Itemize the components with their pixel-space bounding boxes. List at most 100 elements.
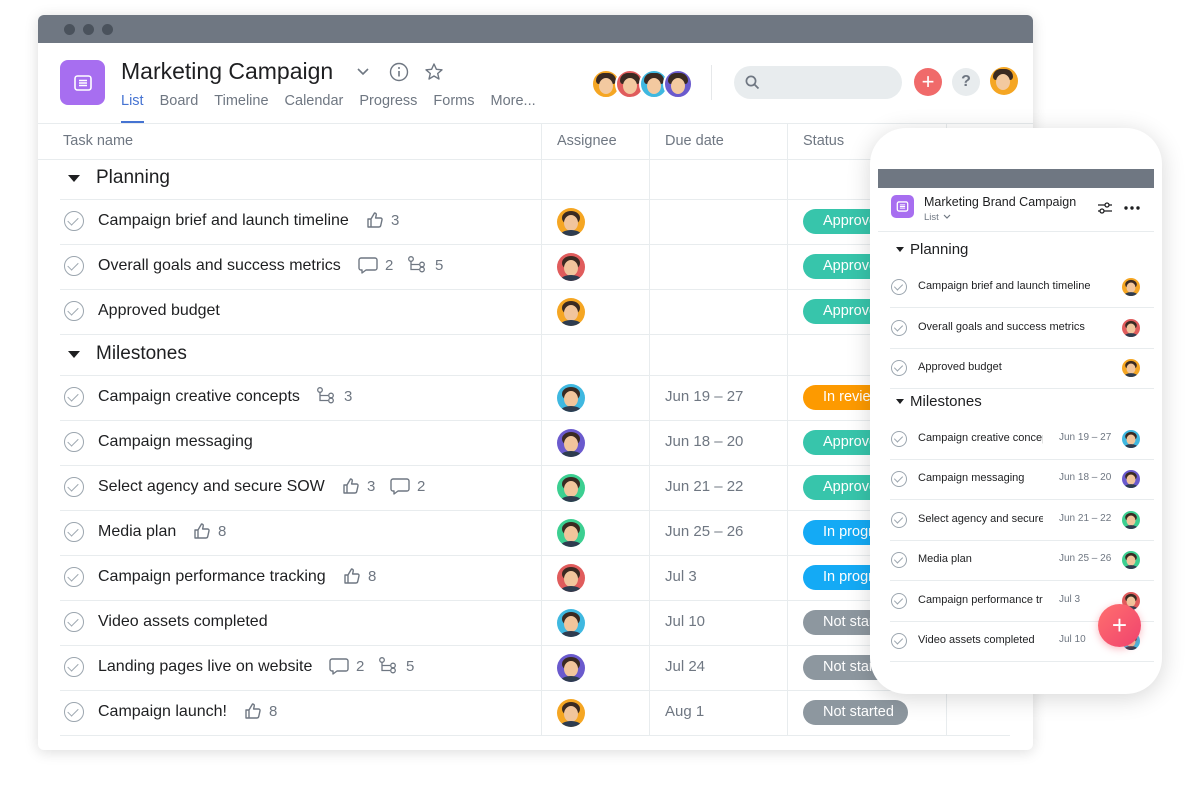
mobile-task-name[interactable]: Campaign brief and launch timeline [918,280,1113,292]
complete-checkbox[interactable] [64,387,84,407]
complete-checkbox[interactable] [891,279,907,295]
like-button[interactable]: 8 [243,701,277,721]
mobile-section-header[interactable]: Planning [896,241,968,258]
due-date[interactable]: Jun 19 – 27 [665,388,743,405]
column-assignee[interactable]: Assignee [557,133,617,149]
mobile-task-name[interactable]: Media plan [918,553,1043,565]
due-date[interactable]: Jul 3 [665,568,697,585]
tab-board[interactable]: Board [160,93,199,123]
tab-forms[interactable]: Forms [433,93,474,123]
assignee-avatar[interactable] [1122,510,1140,529]
column-task-name[interactable]: Task name [63,133,133,149]
star-icon[interactable] [423,61,445,83]
mobile-task-row[interactable]: Campaign messaging Jun 18 – 20 [890,459,1154,500]
table-row[interactable]: Campaign creative concepts 3 Jun 19 – 27 In… [60,376,1010,421]
mobile-task-name[interactable]: Select agency and secure SOW [918,513,1043,525]
more-icon[interactable] [1123,200,1141,221]
user-avatar[interactable] [990,67,1018,95]
table-row[interactable]: Select agency and secure SOW 3 2 Jun 21 – 2… [60,466,1010,511]
complete-checkbox[interactable] [64,211,84,231]
table-row[interactable]: Approved budget Approved [60,290,1010,335]
column-status[interactable]: Status [803,133,844,149]
task-name[interactable]: Media plan [98,523,176,541]
mobile-due-date[interactable]: Jun 25 – 26 [1059,553,1111,564]
like-button[interactable]: 3 [341,476,375,496]
complete-checkbox[interactable] [891,592,907,609]
complete-checkbox[interactable] [64,612,84,632]
complete-checkbox[interactable] [64,522,84,542]
table-row[interactable]: Media plan 8 Jun 25 – 26 In progress [60,511,1010,556]
mobile-task-name[interactable]: Campaign creative concepts [918,432,1043,444]
task-name[interactable]: Campaign performance tracking [98,568,326,586]
mobile-due-date[interactable]: Jun 18 – 20 [1059,472,1111,483]
table-row[interactable]: Campaign messaging Jun 18 – 20 Approved [60,421,1010,466]
assignee-avatar[interactable] [557,564,585,592]
complete-checkbox[interactable] [891,633,907,649]
complete-checkbox[interactable] [891,552,907,568]
task-name[interactable]: Landing pages live on website [98,658,312,676]
task-name[interactable]: Overall goals and success metrics [98,257,341,275]
add-task-fab[interactable]: + [1098,604,1141,647]
collapse-caret-icon[interactable] [896,247,904,252]
table-row[interactable]: Landing pages live on website 2 5 Jul 24 Not… [60,646,1010,691]
table-row[interactable]: Video assets completed Jul 10 Not started [60,601,1010,646]
tab-list[interactable]: List [121,93,144,123]
mobile-view-selector[interactable]: List [924,212,951,223]
comment-count[interactable]: 2 [389,476,425,496]
like-button[interactable]: 8 [192,521,226,541]
table-row[interactable]: Campaign brief and launch timeline 3 Appro… [60,200,1010,245]
mobile-task-name[interactable]: Campaign performance tracking [918,594,1043,606]
subtask-count[interactable]: 5 [378,656,414,676]
mobile-task-row[interactable]: Campaign brief and launch timeline [890,267,1154,308]
comment-count[interactable]: 2 [328,656,364,676]
complete-checkbox[interactable] [891,319,907,336]
assignee-avatar[interactable] [557,609,585,637]
info-icon[interactable] [388,61,410,83]
assignee-avatar[interactable] [557,699,585,727]
search-input[interactable] [734,66,902,99]
assignee-avatar[interactable] [557,298,585,326]
task-name[interactable]: Campaign messaging [98,433,253,451]
complete-checkbox[interactable] [64,657,84,677]
mobile-task-name[interactable]: Campaign messaging [918,472,1043,484]
tab-calendar[interactable]: Calendar [285,93,344,123]
table-row[interactable]: Campaign performance tracking 8 Jul 3 In pr… [60,556,1010,601]
subtask-count[interactable]: 5 [407,255,443,275]
due-date[interactable]: Jun 25 – 26 [665,523,743,540]
table-row[interactable]: Campaign launch! 8 Aug 1 Not started [60,691,1010,736]
collapse-caret-icon[interactable] [896,398,904,404]
assignee-avatar[interactable] [1122,278,1140,296]
mobile-task-row[interactable]: Overall goals and success metrics [890,308,1154,349]
complete-checkbox[interactable] [64,432,84,452]
complete-checkbox[interactable] [891,471,907,487]
mobile-task-row[interactable]: Approved budget [890,348,1154,389]
complete-checkbox[interactable] [891,430,907,447]
assignee-avatar[interactable] [1122,551,1140,569]
complete-checkbox[interactable] [64,477,84,497]
complete-checkbox[interactable] [891,511,907,528]
status-badge[interactable]: Not started [803,700,908,725]
due-date[interactable]: Jul 10 [665,613,705,630]
assignee-avatar[interactable] [557,384,585,412]
tab-progress[interactable]: Progress [359,93,417,123]
tab-timeline[interactable]: Timeline [214,93,268,123]
task-name[interactable]: Approved budget [98,302,220,320]
mobile-task-row[interactable]: Media plan Jun 25 – 26 [890,540,1154,581]
mobile-task-name[interactable]: Video assets completed [918,634,1043,646]
due-date[interactable]: Aug 1 [665,703,704,720]
assignee-avatar[interactable] [1122,318,1140,337]
mobile-task-row[interactable]: Campaign creative concepts Jun 19 – 27 [890,419,1154,460]
like-button[interactable]: 8 [342,566,376,586]
complete-checkbox[interactable] [64,256,84,276]
assignee-avatar[interactable] [1122,470,1140,488]
task-name[interactable]: Campaign creative concepts [98,388,300,406]
task-name[interactable]: Video assets completed [98,613,268,631]
task-name[interactable]: Campaign brief and launch timeline [98,212,349,230]
filter-icon[interactable] [1097,201,1113,220]
mobile-due-date[interactable]: Jun 21 – 22 [1059,513,1111,524]
avatar[interactable] [663,69,693,99]
tab-more[interactable]: More... [491,93,536,123]
assignee-avatar[interactable] [557,519,585,547]
assignee-avatar[interactable] [557,429,585,457]
comment-count[interactable]: 2 [357,255,393,275]
